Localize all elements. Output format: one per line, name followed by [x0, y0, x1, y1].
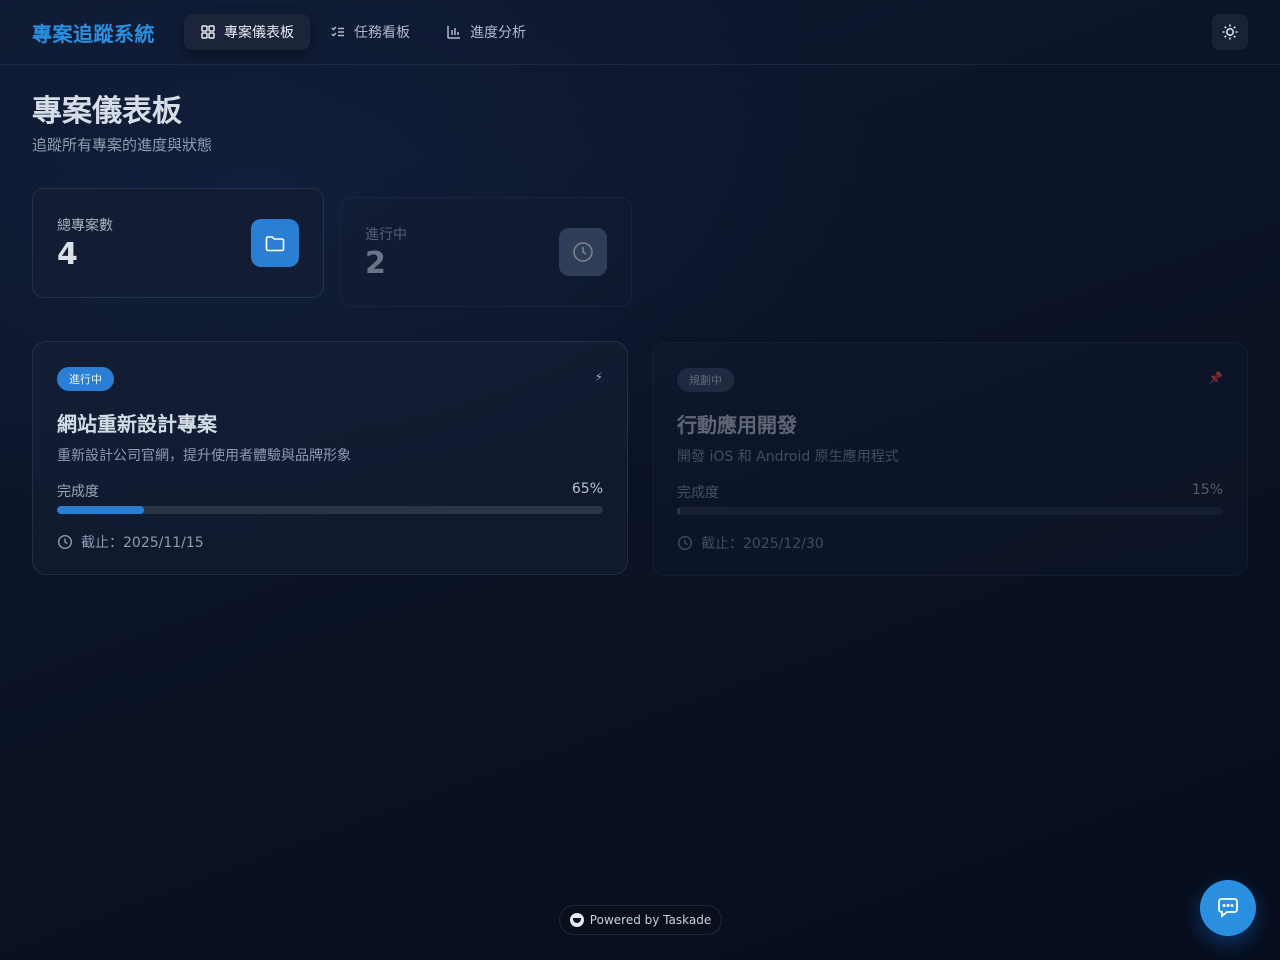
- progress-label: 完成度: [677, 485, 719, 501]
- page-title: 專案儀表板: [32, 94, 182, 129]
- deadline-text: 截止：2025/12/30: [701, 536, 824, 552]
- project-card[interactable]: 進行中 ⚡ 網站重新設計專案 重新設計公司官網，提升使用者體驗與品牌形象 完成度…: [32, 341, 628, 575]
- project-card[interactable]: 規劃中 📌 行動應用開發 開發 iOS 和 Android 原生應用程式 完成度…: [652, 342, 1248, 576]
- powered-by-text: Powered by Taskade: [589, 913, 712, 927]
- bar-chart-icon: [447, 26, 460, 39]
- main-nav: 專案儀表板 任務看板 進度分析: [184, 14, 542, 50]
- nav-tab-dashboard[interactable]: 專案儀表板: [184, 14, 310, 50]
- progress-bar: [677, 507, 1223, 515]
- stat-label: 進行中: [365, 227, 407, 243]
- stat-label: 總專案數: [57, 218, 113, 234]
- nav-tab-label: 專案儀表板: [224, 25, 294, 41]
- clock-icon: [57, 534, 73, 550]
- nav-tab-label: 任務看板: [354, 25, 410, 41]
- pin-icon: 📌: [1208, 371, 1223, 385]
- taskade-logo-icon: [569, 913, 584, 927]
- lightning-icon: ⚡: [594, 370, 603, 384]
- project-description: 開發 iOS 和 Android 原生應用程式: [677, 449, 899, 465]
- grid-icon: [201, 25, 215, 39]
- chat-bubble-icon: [1218, 898, 1238, 918]
- stat-value: 4: [57, 237, 78, 272]
- top-bar: 專案追蹤系統 專案儀表板 任務看板 進度分析: [0, 0, 1280, 65]
- sun-icon: [1222, 24, 1238, 40]
- clock-icon: [573, 242, 593, 262]
- nav-tab-progress-analysis[interactable]: 進度分析: [430, 14, 542, 50]
- progress-fill: [677, 507, 680, 515]
- stat-card-total-projects: 總專案數 4: [32, 188, 324, 298]
- status-badge: 進行中: [57, 367, 114, 391]
- project-name: 行動應用開發: [677, 413, 797, 437]
- progress-value: 15%: [1191, 482, 1223, 498]
- progress-fill: [57, 506, 145, 514]
- clock-icon: [677, 535, 693, 551]
- deadline-text: 截止：2025/11/15: [81, 535, 204, 551]
- nav-tab-task-board[interactable]: 任務看板: [314, 14, 426, 50]
- stat-icon-box: [559, 228, 607, 276]
- stat-icon-box: [251, 219, 299, 267]
- app-brand[interactable]: 專案追蹤系統: [32, 18, 155, 47]
- stat-value: 2: [365, 246, 386, 281]
- progress-bar: [57, 506, 603, 514]
- project-deadline: 截止：2025/12/30: [677, 533, 824, 553]
- theme-toggle-button[interactable]: [1212, 14, 1248, 50]
- nav-tab-label: 進度分析: [470, 25, 526, 41]
- project-description: 重新設計公司官網，提升使用者體驗與品牌形象: [57, 448, 351, 464]
- progress-value: 65%: [571, 481, 603, 497]
- project-deadline: 截止：2025/11/15: [57, 532, 204, 552]
- progress-label: 完成度: [57, 484, 99, 500]
- list-check-icon: [331, 26, 344, 37]
- powered-by-badge[interactable]: Powered by Taskade: [559, 905, 722, 935]
- stat-card-in-progress: 進行中 2: [340, 197, 632, 307]
- chat-button[interactable]: [1200, 880, 1256, 936]
- status-badge: 規劃中: [677, 368, 734, 392]
- folder-icon: [265, 236, 285, 252]
- page-subtitle: 追蹤所有專案的進度與狀態: [32, 136, 213, 154]
- project-name: 網站重新設計專案: [57, 412, 217, 436]
